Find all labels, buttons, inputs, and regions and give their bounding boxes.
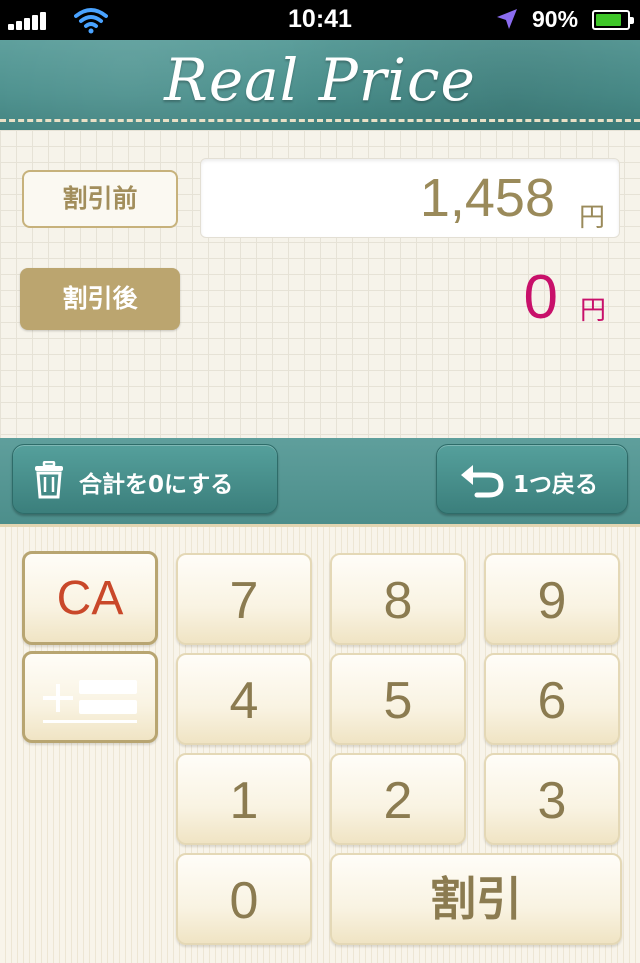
location-arrow-icon [497,9,517,29]
discount-key-label: 割引 [430,872,522,926]
plus-equals-icon [43,680,137,723]
before-price-field[interactable]: 1,458 円 [200,158,620,238]
after-price-value: 0 [523,263,558,332]
key-8[interactable]: 8 [330,553,466,645]
undo-button[interactable]: 1つ戻る [436,444,628,514]
key-1-label: 1 [229,772,259,830]
trash-icon [35,461,63,499]
key-6[interactable]: 6 [484,653,620,745]
battery-percent: 90% [532,6,579,32]
action-bar: 合計を0にする 1つ戻る [0,438,640,524]
plus-equals-key[interactable] [22,651,158,743]
key-6-label: 6 [537,672,567,730]
key-0[interactable]: 0 [176,853,312,945]
key-9[interactable]: 9 [484,553,620,645]
key-7[interactable]: 7 [176,553,312,645]
before-price-unit: 円 [578,203,605,233]
key-4[interactable]: 4 [176,653,312,745]
key-2[interactable]: 2 [330,753,466,845]
clear-total-label: 合計を0にする [79,472,234,498]
discount-key[interactable]: 割引 [330,853,622,945]
label-before-discount[interactable]: 割引前 [22,170,178,228]
key-8-label: 8 [383,572,413,630]
undo-arrow-icon [461,465,504,498]
clear-all-label: CA [56,572,124,625]
key-5[interactable]: 5 [330,653,466,745]
key-7-label: 7 [229,572,259,630]
key-2-label: 2 [383,772,413,830]
clear-total-button[interactable]: 合計を0にする [12,444,278,514]
battery-icon [592,10,634,30]
key-1[interactable]: 1 [176,753,312,845]
keypad: CA 7 8 9 4 5 6 1 2 3 0 割引 [0,524,640,963]
key-5-label: 5 [383,672,413,730]
price-display: 割引前 1,458 円 割引後 0 円 [0,130,640,438]
key-4-label: 4 [229,672,259,730]
status-bar: 10:41 90% [0,0,640,40]
before-price-value: 1,458 [419,168,555,228]
undo-label: 1つ戻る [513,472,599,498]
key-0-label: 0 [229,872,259,930]
label-after-discount[interactable]: 割引後 [20,268,180,330]
clear-all-key[interactable]: CA [22,551,158,645]
key-3-label: 3 [537,772,567,830]
key-9-label: 9 [537,572,567,630]
app-title: Real Price [164,46,476,114]
app-header: Real Price [0,40,640,130]
key-3[interactable]: 3 [484,753,620,845]
after-price-unit: 円 [579,296,606,326]
stitch-divider [0,119,640,122]
